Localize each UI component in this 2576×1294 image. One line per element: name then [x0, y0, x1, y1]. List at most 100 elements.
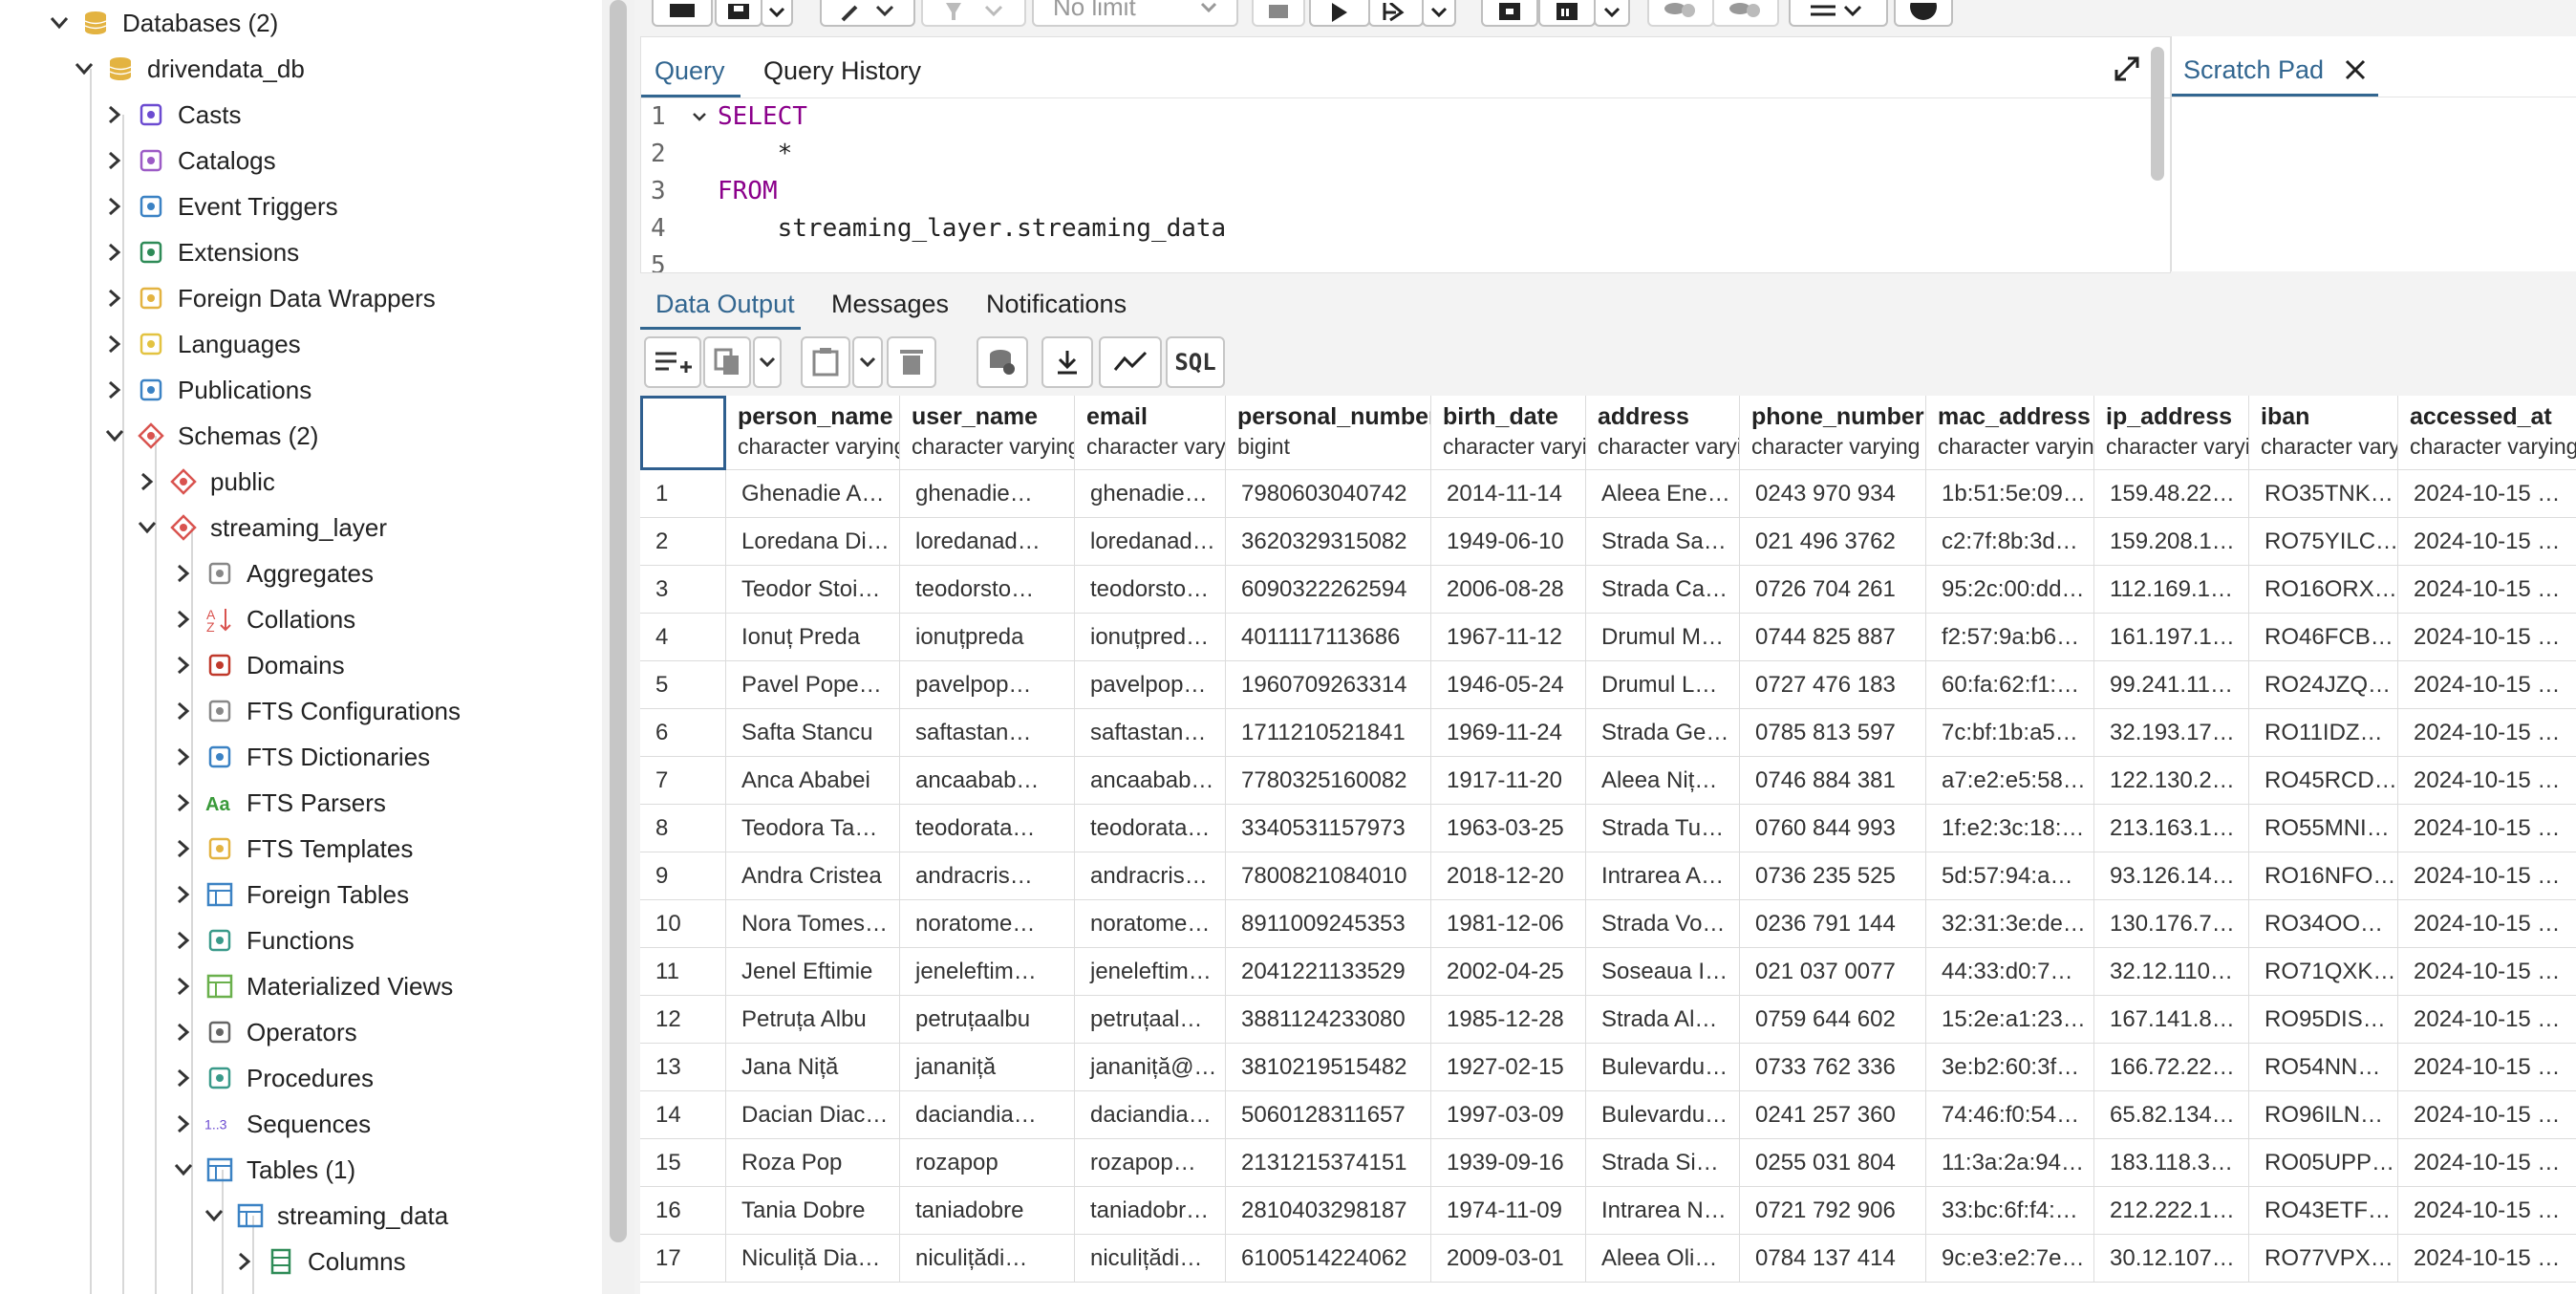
table-cell[interactable]: 1969-11-24	[1431, 709, 1586, 757]
tree-item-foreign-tables[interactable]: Foreign Tables	[170, 872, 409, 917]
table-cell[interactable]: 5060128311657	[1226, 1091, 1431, 1139]
row-number[interactable]: 16	[640, 1187, 726, 1235]
chevron-right-icon[interactable]	[101, 239, 128, 266]
table-cell[interactable]: petruțaalbu	[900, 996, 1075, 1044]
table-cell[interactable]: jeneleftim…	[1075, 948, 1226, 996]
tree-item-fts-parsers[interactable]: Aa FTS Parsers	[170, 780, 386, 826]
chevron-right-icon[interactable]	[170, 789, 197, 816]
tree-item-event-triggers[interactable]: Event Triggers	[101, 183, 338, 229]
table-cell[interactable]: Strada Sa…	[1586, 518, 1740, 566]
table-cell[interactable]: 9c:e3:e2:7e…	[1926, 1235, 2094, 1283]
table-cell[interactable]: 0721 792 906	[1740, 1187, 1926, 1235]
table-cell[interactable]: ionuțpred…	[1075, 614, 1226, 661]
tree-item-sequences[interactable]: 1..3 Sequences	[170, 1101, 371, 1147]
column-header-mac-address[interactable]: mac_address character varying	[1926, 396, 2094, 470]
chevron-down-icon[interactable]	[134, 514, 161, 541]
tree-item-catalogs[interactable]: Catalogs	[101, 138, 276, 183]
chevron-right-icon[interactable]	[170, 1065, 197, 1091]
chevron-right-icon[interactable]	[170, 1019, 197, 1046]
tree-item-publications[interactable]: Publications	[101, 367, 311, 413]
limit-select[interactable]: No limit	[1032, 0, 1238, 27]
table-cell[interactable]: RO46FCB…	[2249, 614, 2398, 661]
chevron-right-icon[interactable]	[231, 1248, 258, 1275]
tab-notifications[interactable]: Notifications	[986, 283, 1127, 325]
table-cell[interactable]: RO24JZQ…	[2249, 661, 2398, 709]
table-cell[interactable]: Strada Ge…	[1586, 709, 1740, 757]
table-cell[interactable]: RO95DIS…	[2249, 996, 2398, 1044]
edit-button[interactable]	[820, 0, 915, 27]
table-cell[interactable]: 159.48.22…	[2094, 470, 2249, 518]
sidebar-scrollbar-thumb[interactable]	[610, 0, 627, 1242]
table-cell[interactable]: 021 037 0077	[1740, 948, 1926, 996]
table-cell[interactable]: 2024-10-15 …	[2398, 805, 2576, 852]
table-cell[interactable]: Strada Tu…	[1586, 805, 1740, 852]
table-cell[interactable]: 0784 137 414	[1740, 1235, 1926, 1283]
tree-item-fts-templates[interactable]: FTS Templates	[170, 826, 413, 872]
table-cell[interactable]: 021 496 3762	[1740, 518, 1926, 566]
maximize-panel-button[interactable]	[2113, 54, 2141, 88]
table-cell[interactable]: 2009-03-01	[1431, 1235, 1586, 1283]
table-cell[interactable]: RO05UPP…	[2249, 1139, 2398, 1187]
table-cell[interactable]: 11:3a:2a:94…	[1926, 1139, 2094, 1187]
copy-button[interactable]	[703, 336, 751, 388]
table-cell[interactable]: 8911009245353	[1226, 900, 1431, 948]
explain-button[interactable]	[1368, 0, 1424, 27]
chevron-right-icon[interactable]	[170, 881, 197, 908]
delete-row-button[interactable]	[887, 336, 936, 388]
column-header-accessed-at[interactable]: accessed_at character varying	[2398, 396, 2576, 470]
tree-item-collations[interactable]: A Z Collations	[170, 596, 355, 642]
code-line[interactable]: 2 *	[641, 136, 2151, 173]
sql-button[interactable]: SQL	[1166, 336, 1225, 388]
table-cell[interactable]: Jana Niță	[726, 1044, 900, 1091]
table-cell[interactable]: teodorata…	[900, 805, 1075, 852]
tree-item-public[interactable]: public	[134, 459, 275, 505]
table-cell[interactable]: 1974-11-09	[1431, 1187, 1586, 1235]
code-line[interactable]: 3 FROM	[641, 173, 2151, 210]
graph-visualiser-button[interactable]	[1099, 336, 1162, 388]
table-cell[interactable]: Bulevardu…	[1586, 1091, 1740, 1139]
table-cell[interactable]: Anca Ababei	[726, 757, 900, 805]
table-cell[interactable]: taniadobr…	[1075, 1187, 1226, 1235]
table-cell[interactable]: loredanad…	[1075, 518, 1226, 566]
table-cell[interactable]: RO55MNI…	[2249, 805, 2398, 852]
table-cell[interactable]: jeneleftim…	[900, 948, 1075, 996]
table-cell[interactable]: 1997-03-09	[1431, 1091, 1586, 1139]
table-cell[interactable]: RO11IDZ…	[2249, 709, 2398, 757]
paste-button[interactable]	[801, 336, 850, 388]
tree-item-operators[interactable]: Operators	[170, 1009, 357, 1055]
table-cell[interactable]: RO71QXK…	[2249, 948, 2398, 996]
row-number[interactable]: 13	[640, 1044, 726, 1091]
column-header-email[interactable]: email character varying	[1075, 396, 1226, 470]
row-number[interactable]: 11	[640, 948, 726, 996]
table-cell[interactable]: 166.72.22…	[2094, 1044, 2249, 1091]
table-cell[interactable]: 1981-12-06	[1431, 900, 1586, 948]
explain-options-dropdown[interactable]	[1422, 0, 1456, 27]
table-cell[interactable]: Aleea Oli…	[1586, 1235, 1740, 1283]
table-cell[interactable]: Strada Ca…	[1586, 566, 1740, 614]
chevron-right-icon[interactable]	[101, 101, 128, 128]
table-cell[interactable]: teodorsto…	[900, 566, 1075, 614]
table-cell[interactable]: 1985-12-28	[1431, 996, 1586, 1044]
table-cell[interactable]: 6090322262594	[1226, 566, 1431, 614]
table-cell[interactable]: 0726 704 261	[1740, 566, 1926, 614]
table-cell[interactable]: loredanad…	[900, 518, 1075, 566]
column-header-birth-date[interactable]: birth_date character varying	[1431, 396, 1586, 470]
table-cell[interactable]: 0785 813 597	[1740, 709, 1926, 757]
table-cell[interactable]: 213.163.1…	[2094, 805, 2249, 852]
table-cell[interactable]: niculițădi…	[1075, 1235, 1226, 1283]
table-cell[interactable]: 7980603040742	[1226, 470, 1431, 518]
table-cell[interactable]: andracris…	[900, 852, 1075, 900]
table-cell[interactable]: Andra Cristea	[726, 852, 900, 900]
tree-item-schemas-2[interactable]: Schemas (2)	[101, 413, 318, 459]
table-cell[interactable]: 2006-08-28	[1431, 566, 1586, 614]
table-cell[interactable]: Drumul M…	[1586, 614, 1740, 661]
table-cell[interactable]: 32.12.110…	[2094, 948, 2249, 996]
table-cell[interactable]: 2024-10-15 …	[2398, 1187, 2576, 1235]
table-cell[interactable]: 2018-12-20	[1431, 852, 1586, 900]
table-cell[interactable]: RO45RCD…	[2249, 757, 2398, 805]
table-cell[interactable]: Soseaua I…	[1586, 948, 1740, 996]
stop-query-button[interactable]	[1252, 0, 1305, 27]
tab-messages[interactable]: Messages	[831, 283, 949, 325]
table-cell[interactable]: 2024-10-15 …	[2398, 709, 2576, 757]
table-cell[interactable]: rozapop	[900, 1139, 1075, 1187]
